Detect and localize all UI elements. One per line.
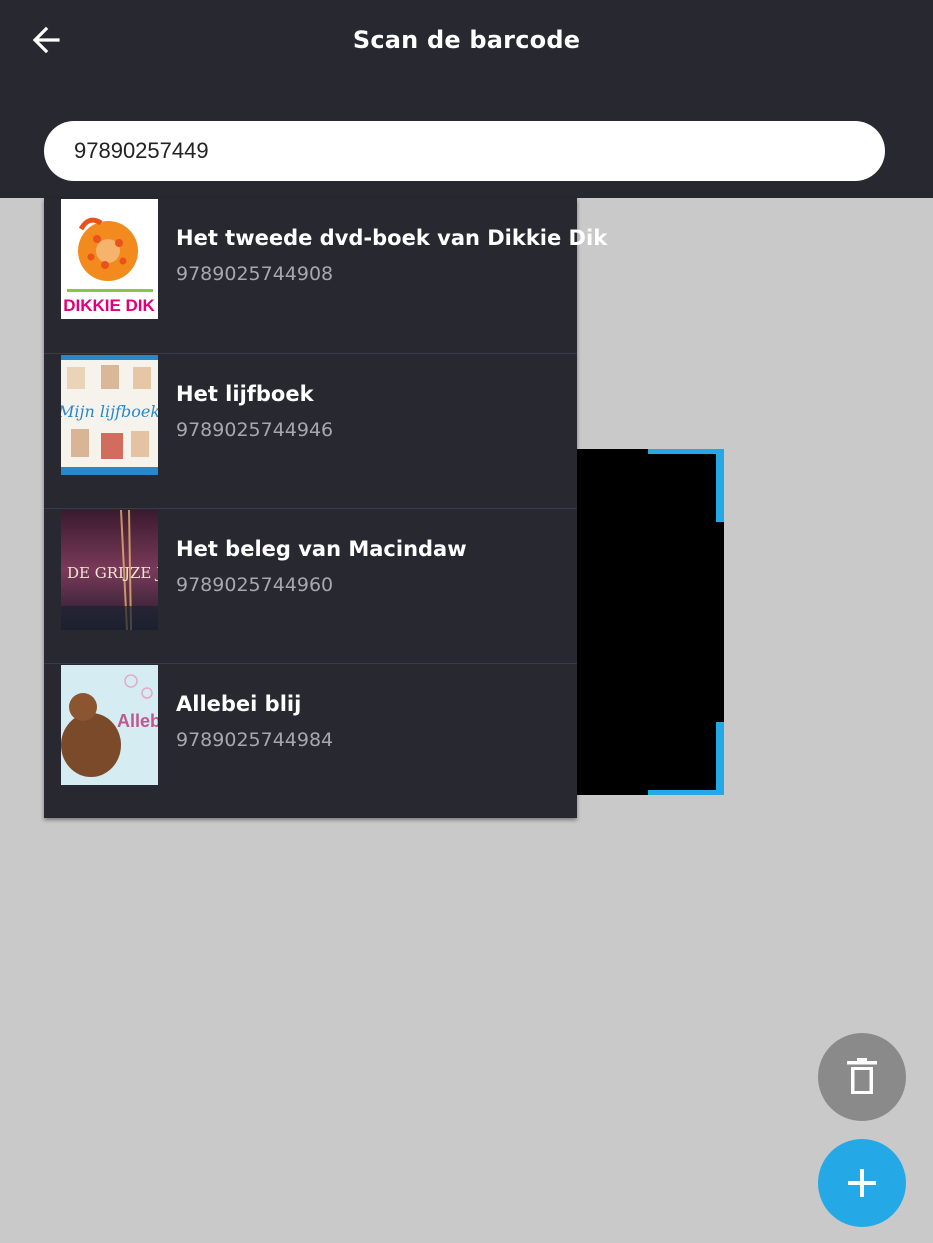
svg-text:DIKKIE DIK: DIKKIE DIK xyxy=(63,296,155,315)
result-isbn: 9789025744960 xyxy=(176,574,334,596)
result-item[interactable]: DE GRIJZE JAGER Het beleg van Macindaw 9… xyxy=(44,508,577,663)
result-title: Het lijfboek xyxy=(176,382,314,406)
result-title: Het beleg van Macindaw xyxy=(176,537,467,561)
result-title: Allebei blij xyxy=(176,692,302,716)
search-results-dropdown: DIKKIE DIK Het tweede dvd-boek van Dikki… xyxy=(44,198,608,818)
book-cover-image: DIKKIE DIK xyxy=(61,199,158,319)
trash-icon xyxy=(847,1058,877,1094)
book-cover-image: Allebei blij xyxy=(61,665,158,785)
result-item[interactable]: DIKKIE DIK Het tweede dvd-boek van Dikki… xyxy=(44,198,608,353)
result-isbn: 9789025744946 xyxy=(176,419,334,441)
delete-button[interactable] xyxy=(818,1033,906,1121)
scanner-viewfinder xyxy=(560,449,724,795)
result-title: Het tweede dvd-boek van Dikkie Dik xyxy=(176,226,608,250)
svg-text:Allebei blij: Allebei blij xyxy=(117,711,158,731)
result-isbn: 9789025744984 xyxy=(176,729,334,751)
result-isbn: 9789025744908 xyxy=(176,263,334,285)
plus-icon xyxy=(848,1169,876,1197)
svg-text:DE GRIJZE JAGER: DE GRIJZE JAGER xyxy=(67,564,158,582)
barcode-search-input[interactable] xyxy=(72,137,857,165)
book-cover-image: Mijn lijfboek xyxy=(61,355,158,475)
page-title: Scan de barcode xyxy=(352,26,581,54)
add-button[interactable] xyxy=(818,1139,906,1227)
search-field[interactable] xyxy=(44,121,885,181)
viewfinder-corner-top-right xyxy=(648,449,724,522)
result-item[interactable]: Allebei blij Allebei blij 9789025744984 xyxy=(44,663,577,818)
result-item[interactable]: Mijn lijfboek Het lijfboek 9789025744946 xyxy=(44,353,577,508)
app-header: Scan de barcode xyxy=(0,0,933,198)
svg-text:Mijn lijfboek: Mijn lijfboek xyxy=(61,402,158,421)
viewfinder-corner-bottom-right xyxy=(648,722,724,795)
book-cover-image: DE GRIJZE JAGER xyxy=(61,510,158,630)
